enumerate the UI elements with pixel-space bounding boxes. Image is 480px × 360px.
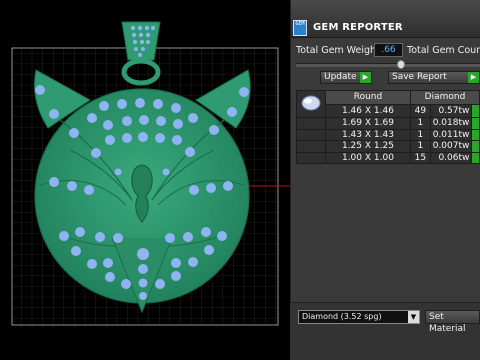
- gem-reporter-app-icon: GEM: [293, 20, 307, 36]
- material-select-value: Diamond (3.52 spg): [302, 312, 382, 321]
- set-material-button[interactable]: Set Material: [425, 310, 480, 334]
- gem-size: 1.43 X 1.43: [325, 128, 411, 141]
- panel-title: GEM REPORTER: [313, 22, 403, 33]
- row-select-button[interactable]: [471, 140, 480, 153]
- gem-count: 15: [409, 151, 431, 164]
- diamond-icon: [301, 95, 321, 111]
- panel-titlebar: GEM GEM REPORTER: [291, 0, 480, 38]
- gem-thumbnail: [296, 90, 326, 118]
- row-select-button[interactable]: [471, 151, 480, 164]
- gem-count: 49: [409, 103, 431, 118]
- table-row[interactable]: 1.25 X 1.25 1 0.007tw: [296, 140, 480, 153]
- material-select[interactable]: Diamond (3.52 spg) ▼: [298, 310, 420, 324]
- viewport-canvas[interactable]: [0, 0, 290, 360]
- total-weight-field[interactable]: .66: [374, 43, 403, 57]
- gem-table: Round Diamond 1.46 X 1.46 49 0.57tw 1.69…: [296, 90, 480, 164]
- gem-carat: 0.018tw: [429, 117, 473, 130]
- total-count-label: Total Gem Count: [407, 45, 480, 56]
- gem-count: 1: [409, 128, 431, 141]
- column-header-material: Diamond: [409, 90, 480, 105]
- column-header-shape: Round: [325, 90, 411, 105]
- update-button-label: Update: [324, 72, 357, 82]
- gem-count: 1: [409, 117, 431, 130]
- save-report-button[interactable]: Save Report ▶: [388, 71, 480, 84]
- model-viewport[interactable]: [0, 0, 290, 360]
- gem-size: 1.46 X 1.46: [325, 103, 411, 118]
- gem-carat: 0.007tw: [429, 140, 473, 153]
- gem-size: 1.69 X 1.69: [325, 117, 411, 130]
- gem-carat: 0.06tw: [429, 151, 473, 164]
- panel-slider-thumb[interactable]: [397, 60, 405, 69]
- total-weight-label: Total Gem Weight: [296, 45, 380, 56]
- play-arrow-icon: ▶: [360, 72, 371, 83]
- play-arrow-icon: ▶: [468, 72, 479, 83]
- save-report-button-label: Save Report: [392, 72, 447, 82]
- panel-slider-track[interactable]: [296, 63, 480, 67]
- row-select-button[interactable]: [471, 128, 480, 141]
- gem-carat: 0.011tw: [429, 128, 473, 141]
- row-select-button[interactable]: [471, 103, 480, 118]
- gem-size: 1.00 X 1.00: [325, 151, 411, 164]
- update-button[interactable]: Update ▶: [320, 71, 372, 84]
- chevron-down-icon[interactable]: ▼: [408, 311, 419, 323]
- gem-size: 1.25 X 1.25: [325, 140, 411, 153]
- table-row[interactable]: 1.69 X 1.69 1 0.018tw: [296, 117, 480, 130]
- gem-count: 1: [409, 140, 431, 153]
- row-select-button[interactable]: [471, 117, 480, 130]
- gem-carat: 0.57tw: [429, 103, 473, 118]
- table-row[interactable]: 1.00 X 1.00 15 0.06tw: [296, 151, 480, 164]
- table-row[interactable]: 1.43 X 1.43 1 0.011tw: [296, 128, 480, 141]
